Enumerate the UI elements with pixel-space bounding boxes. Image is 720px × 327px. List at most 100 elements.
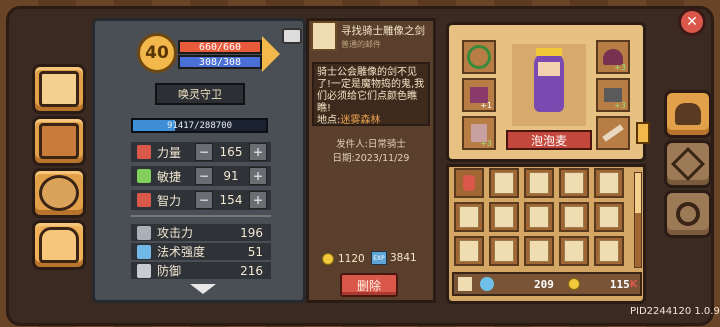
camera-icon[interactable]: [282, 28, 302, 44]
inventory-slot[interactable]: [489, 236, 519, 266]
attribute-row-agility: 敏捷 − 91 +: [131, 166, 271, 186]
scroll-icon: [494, 172, 514, 194]
gem-icon: [480, 277, 494, 291]
inventory-slot[interactable]: [454, 202, 484, 232]
potion-icon: [463, 175, 475, 191]
attribute-label: 智力: [157, 193, 182, 208]
weapon-icon: [602, 124, 624, 142]
scroll-icon: [459, 206, 479, 228]
character-name: 唤灵守卫: [155, 83, 245, 105]
equip-slot-armor[interactable]: +1: [462, 78, 496, 112]
inventory-slot[interactable]: [454, 236, 484, 266]
close-icon[interactable]: ✕: [678, 8, 706, 36]
inventory-slot[interactable]: [524, 202, 554, 232]
feather-icon: [137, 169, 151, 183]
scroll-icon: [494, 240, 514, 262]
attribute-row-strength: 力量 − 165 +: [131, 142, 271, 162]
inventory-scrollbar[interactable]: [634, 172, 642, 268]
scroll-icon: [459, 240, 479, 262]
location-value: 迷雾森林: [340, 115, 381, 126]
increase-button[interactable]: +: [249, 143, 267, 161]
gem-count: 209: [534, 277, 554, 291]
scrollbar-thumb[interactable]: [635, 173, 641, 213]
combat-value: 196: [240, 225, 263, 240]
expand-tab[interactable]: [636, 122, 650, 144]
exp-text: 91417/288700: [166, 120, 233, 131]
sword-icon: [137, 225, 151, 240]
scroll-icon: [529, 172, 549, 194]
inventory-slot[interactable]: [489, 202, 519, 232]
mp-bar: 308/308: [178, 55, 262, 69]
decrease-button[interactable]: −: [195, 191, 213, 209]
crossed-swords-icon: [671, 147, 705, 181]
equip-slot-bracer[interactable]: +3: [596, 78, 630, 112]
inventory-slot[interactable]: [559, 236, 589, 266]
equip-slot-necklace[interactable]: [462, 40, 496, 74]
wand-icon: [137, 244, 151, 259]
currency-bar: 209 115 K: [452, 272, 642, 296]
combat-value: 51: [247, 244, 263, 259]
upgrade-badge: +3: [614, 63, 626, 72]
fist-icon: [137, 145, 151, 159]
reward-gold-value: 1120: [338, 253, 365, 265]
quest-subtitle: 普通的邮件: [341, 40, 381, 49]
inventory-slot[interactable]: [489, 168, 519, 198]
combat-label: 法术强度: [157, 245, 206, 259]
tab-character[interactable]: [664, 90, 712, 138]
increase-button[interactable]: +: [249, 191, 267, 209]
reward-exp-value: 3841: [390, 252, 417, 264]
inventory-slot[interactable]: [594, 168, 624, 198]
delete-button[interactable]: 删除: [340, 273, 398, 297]
scroll-icon: [564, 240, 584, 262]
equip-slot-weapon[interactable]: [596, 116, 630, 150]
tab-pets[interactable]: [32, 168, 86, 218]
combat-label: 防御: [157, 264, 182, 278]
inventory-slot[interactable]: [524, 168, 554, 198]
inventory-slot[interactable]: [524, 236, 554, 266]
inventory-slot[interactable]: [594, 236, 624, 266]
increase-button[interactable]: +: [249, 167, 267, 185]
quest-body: 骑士公会雕像的剑不见了!一定是魔物捣的鬼,我们必须给它们点颜色瞧瞧!: [317, 67, 425, 114]
tab-quests[interactable]: [32, 116, 86, 166]
gold-coin-icon: [567, 278, 580, 290]
attribute-label: 力量: [157, 145, 182, 160]
decrease-button[interactable]: −: [195, 143, 213, 161]
attribute-label: 敏捷: [157, 169, 182, 184]
scroll-icon: [564, 206, 584, 228]
scroll-icon: [529, 206, 549, 228]
map-icon: [39, 123, 79, 159]
quest-date: 日期:2023/11/29: [332, 153, 410, 164]
inventory-slot[interactable]: [559, 202, 589, 232]
equip-slot-helmet[interactable]: +3: [596, 40, 630, 74]
paw-icon: [39, 175, 79, 211]
upgrade-badge: +1: [480, 101, 492, 110]
attribute-value: 165: [219, 145, 243, 159]
quest-sender: 发件人:日常骑士: [336, 139, 406, 150]
reward-exp: EXP 3841: [371, 251, 417, 265]
decrease-button[interactable]: −: [195, 167, 213, 185]
combat-row-attack: 攻击力 196: [131, 224, 271, 241]
combat-value: 216: [240, 263, 263, 278]
tab-helmet[interactable]: [32, 220, 86, 270]
tab-settings[interactable]: [664, 190, 712, 238]
helmet-icon: [39, 227, 79, 263]
exp-icon: EXP: [371, 251, 387, 265]
upgrade-badge: +3: [614, 101, 626, 110]
quest-title: 寻找骑士雕像之剑: [341, 25, 425, 37]
character-sprite: [534, 52, 564, 112]
inventory-slot[interactable]: [559, 168, 589, 198]
tab-skills[interactable]: [664, 140, 712, 188]
inventory-slot[interactable]: [594, 202, 624, 232]
scroll-icon: [494, 206, 514, 228]
bracer-icon: [604, 88, 622, 102]
necklace-icon: [467, 45, 491, 69]
book-icon: [39, 71, 79, 107]
inventory-slot[interactable]: [454, 168, 484, 198]
combat-label: 攻击力: [157, 226, 194, 240]
bag-icon[interactable]: [458, 277, 472, 291]
tab-journal[interactable]: [32, 64, 86, 114]
equip-slot-boots[interactable]: +3: [462, 116, 496, 150]
scroll-icon: [599, 240, 619, 262]
divider: [131, 215, 271, 217]
character-portrait: [512, 44, 586, 126]
